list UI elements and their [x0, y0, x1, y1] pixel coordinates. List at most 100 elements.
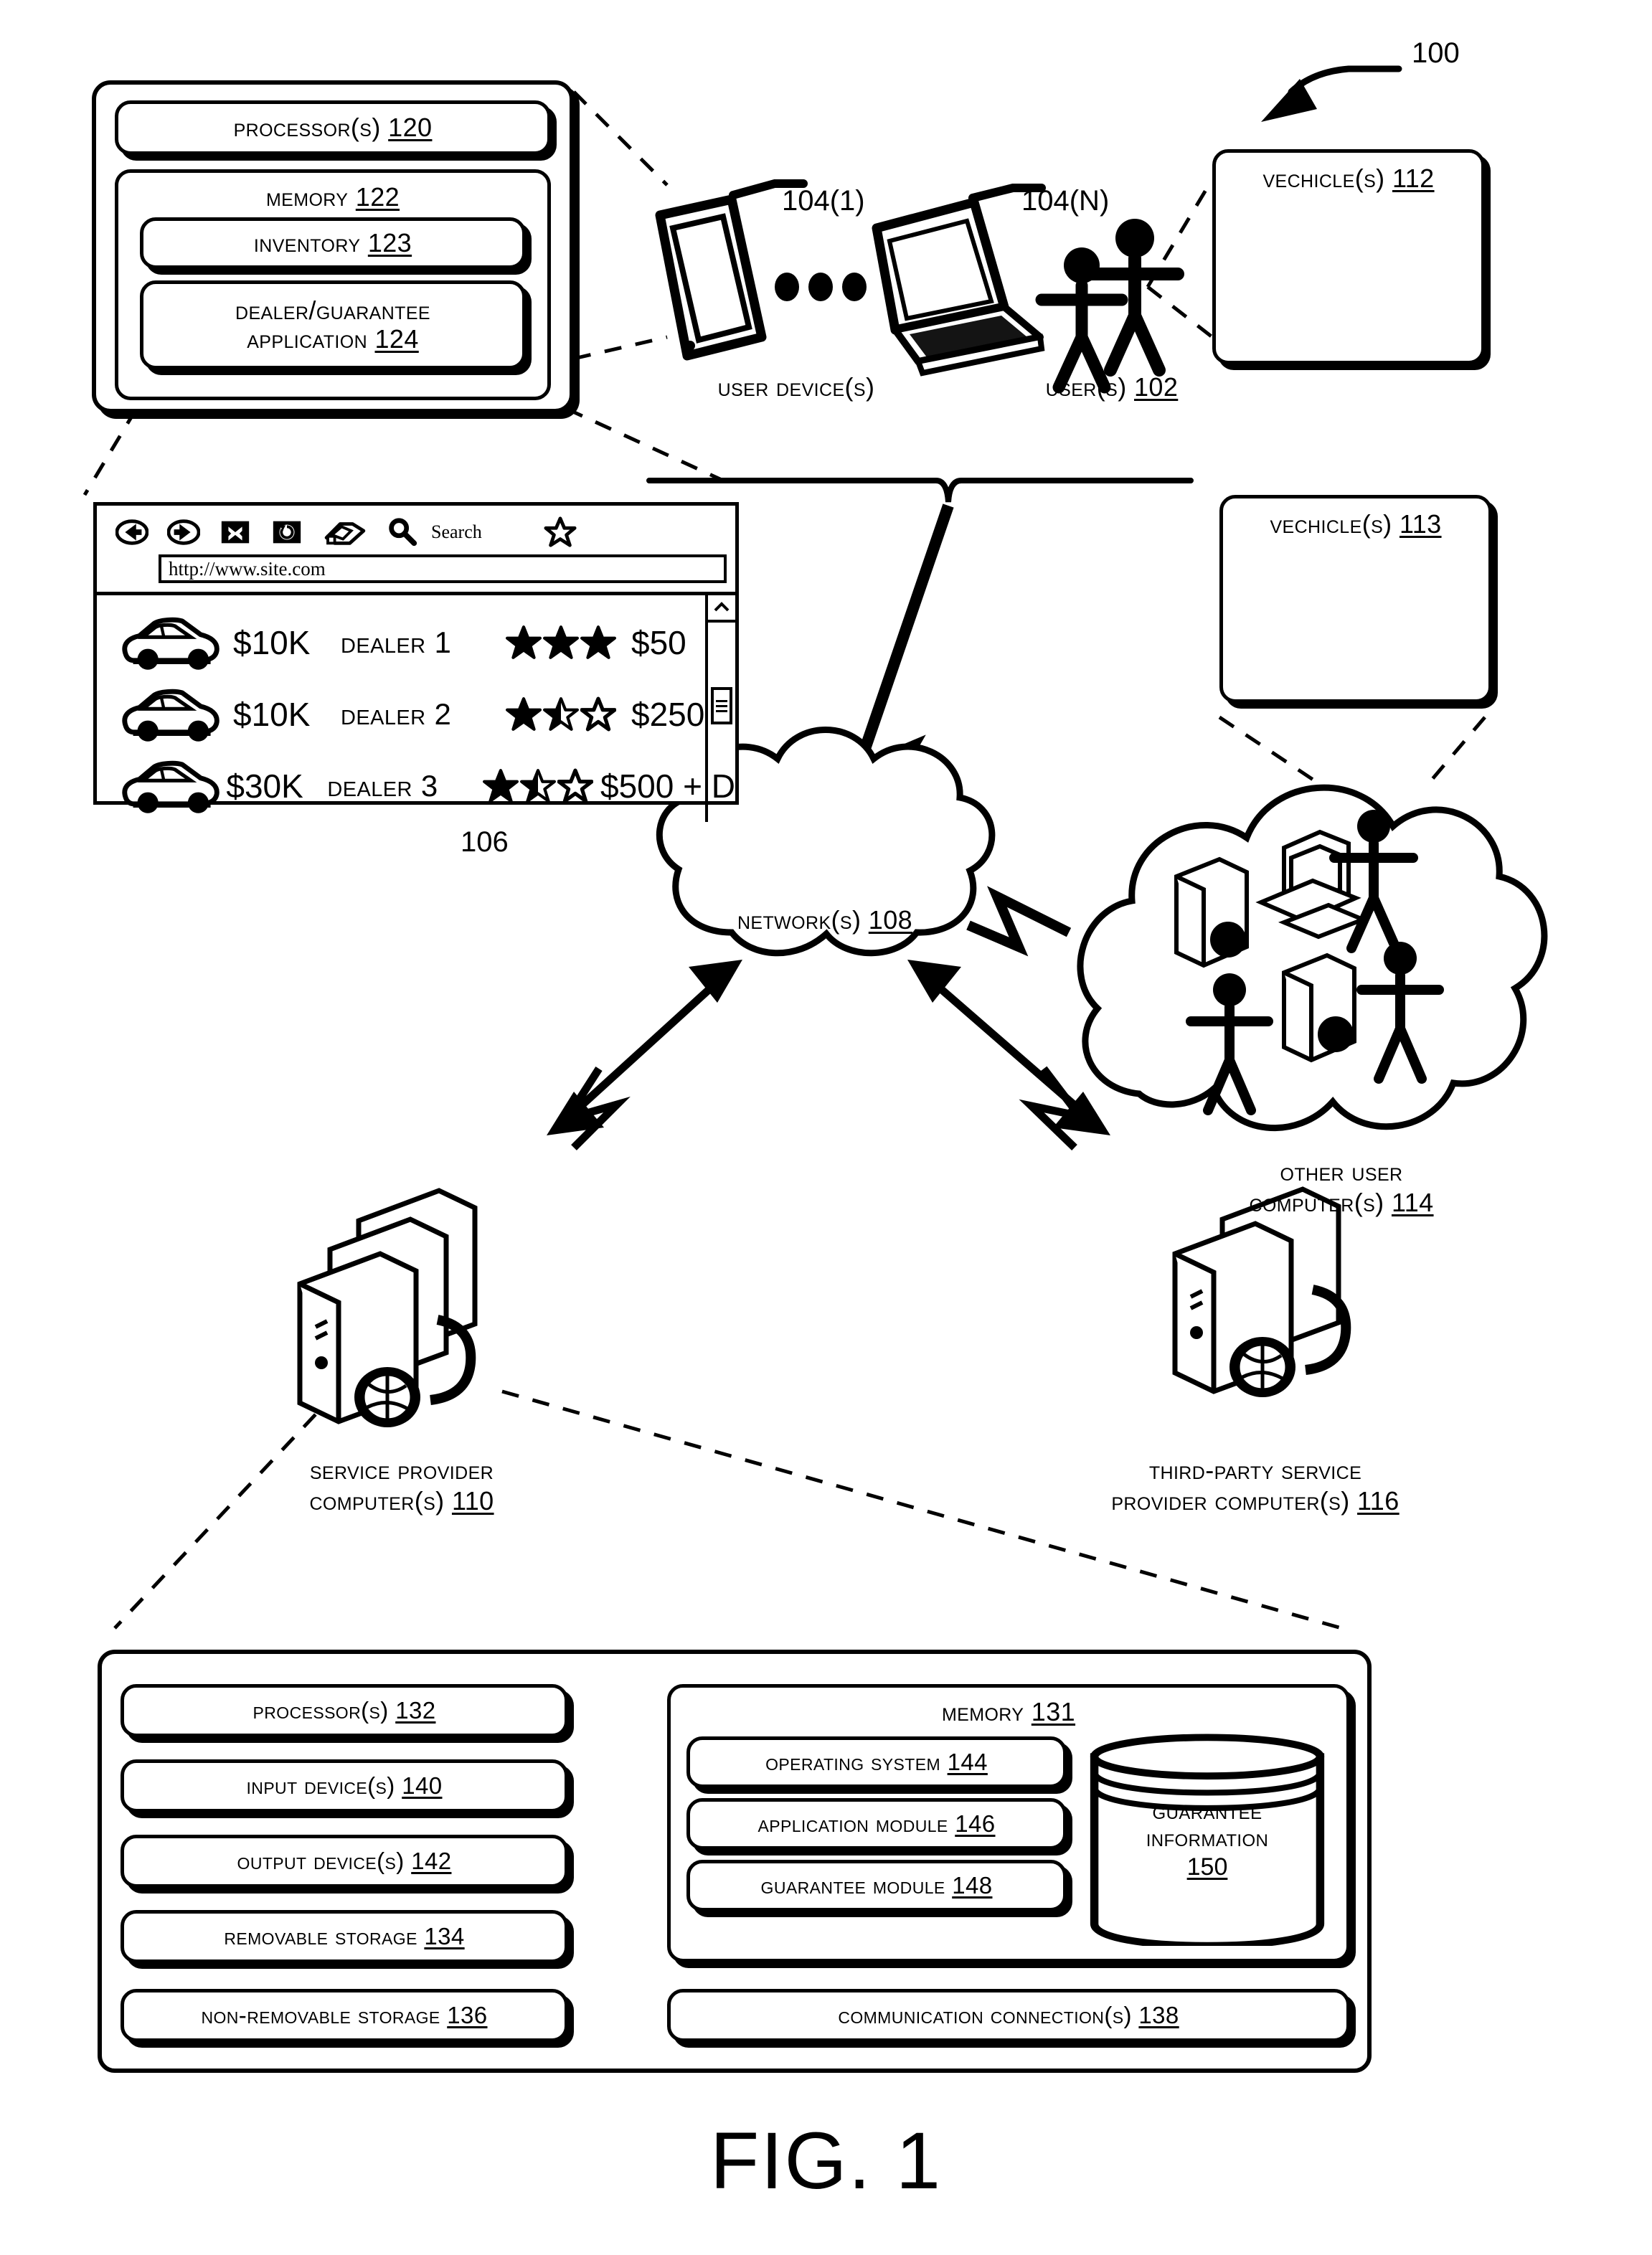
- system-ref-arrow: [1261, 65, 1402, 122]
- application-module-146-box: Application Module 146: [686, 1798, 1067, 1850]
- reference-numeral: 144: [947, 1748, 988, 1775]
- reference-numeral: 120: [388, 112, 433, 142]
- search-icon[interactable]: [385, 516, 418, 549]
- third-party-server-icon: [1172, 1186, 1351, 1397]
- third-party-caption: Third-Party Service Provider Computer(s)…: [1111, 1455, 1400, 1516]
- listing-price: $30K: [226, 767, 303, 805]
- person-icon-cloud-1: [1329, 810, 1418, 953]
- service-provider-server-icon: [297, 1188, 478, 1427]
- stop-icon[interactable]: [219, 516, 252, 549]
- reference-numeral: 142: [411, 1847, 452, 1874]
- vehicles-113-box: Vechicle(s) 113: [1219, 495, 1492, 703]
- reference-numeral: 122: [355, 182, 400, 212]
- reference-numeral: 112: [1392, 164, 1435, 193]
- memory-122-box: Memory 122 Inventory 123 Dealer/Guarante…: [115, 169, 551, 400]
- browser-scrollbar[interactable]: [705, 595, 735, 822]
- star-filled-icon: [580, 625, 616, 659]
- dealer-app-line2: Application 124: [247, 324, 419, 354]
- reference-numeral: 131: [1031, 1697, 1076, 1726]
- wireless-bolt-network-othercloud: [966, 886, 1072, 957]
- home-icon[interactable]: [322, 516, 367, 549]
- table-row[interactable]: $30K Dealer 3 $500 + D: [97, 750, 735, 822]
- listing-rating: [506, 696, 631, 732]
- chevron-up-icon: [714, 602, 730, 612]
- memory-131-box: Memory 131 Operating System 144 Applicat…: [667, 1684, 1350, 1962]
- table-row[interactable]: $10K Dealer 1 $50: [97, 607, 735, 679]
- system-ref-label: 100: [1412, 37, 1460, 69]
- reload-icon[interactable]: [270, 516, 303, 549]
- laptop-ref-label: 104(N): [1021, 185, 1110, 217]
- car-icon: [122, 760, 220, 813]
- output-device-142-box: Output Device(s) 142: [121, 1835, 568, 1888]
- server-tower-icon-cloud-b: [1282, 952, 1356, 1063]
- laptop-device-icon: [872, 184, 1046, 377]
- car-icon: [122, 689, 220, 742]
- listing-dealer: Dealer 3: [327, 769, 438, 803]
- address-bar[interactable]: http://www.site.com: [159, 554, 727, 583]
- processor-120-label: Processor(s) 120: [233, 112, 433, 142]
- reference-numeral: 146: [955, 1810, 996, 1837]
- person-icon-cloud-2: [1186, 973, 1273, 1115]
- browser-window[interactable]: Search http://www.site.com $10K dealer 1…: [93, 502, 739, 822]
- listing-price: $10K: [233, 696, 311, 733]
- processor-132-box: Processor(s) 132: [121, 1684, 568, 1737]
- star-filled-icon: [506, 625, 542, 659]
- reference-numeral: 123: [367, 228, 412, 258]
- listing-rating: [482, 768, 600, 804]
- listing-dealer: Dealer 1: [341, 625, 452, 660]
- guarantee-info-ref: 150: [1186, 1853, 1228, 1881]
- reference-numeral: 140: [402, 1772, 443, 1799]
- star-empty-icon: [580, 696, 616, 732]
- url-text: http://www.site.com: [169, 557, 326, 580]
- favorites-star-icon[interactable]: [544, 516, 577, 549]
- network-label: Network(s) 108: [737, 905, 913, 935]
- browser-chrome: Search http://www.site.com: [97, 506, 735, 595]
- reference-numeral: 134: [424, 1922, 465, 1949]
- wireless-bolt-users-network: [801, 504, 954, 935]
- table-row[interactable]: $10K Dealer 2 $250: [97, 679, 735, 750]
- vehicles-112-box: Vechicle(s) 112: [1212, 149, 1485, 364]
- person-icon-cloud-3: [1356, 942, 1444, 1084]
- removable-storage-134-box: Removable Storage 134: [121, 1910, 568, 1963]
- inventory-123-box: Inventory 123: [140, 217, 526, 270]
- scroll-up-button[interactable]: [708, 595, 735, 623]
- memory-131-label: Memory 131: [941, 1697, 1076, 1726]
- forward-icon[interactable]: [167, 516, 200, 549]
- operating-system-144-box: Operating System 144: [686, 1736, 1067, 1789]
- inventory-123-label: Inventory 123: [253, 228, 412, 258]
- reference-numeral: 110: [451, 1486, 494, 1516]
- vehicle-thumbnail: [118, 758, 226, 814]
- listing-rating: [506, 625, 631, 661]
- other-users-caption: Other User Computer(s) 114: [1249, 1157, 1434, 1218]
- address-bar-row: http://www.site.com: [105, 552, 727, 583]
- listing-fee: $250: [631, 696, 705, 733]
- star-half-icon: [519, 769, 556, 803]
- vehicles-112-label: Vechicle(s) 112: [1262, 164, 1435, 193]
- search-label: Search: [431, 521, 482, 542]
- star-filled-icon: [482, 769, 519, 803]
- star-half-icon: [543, 697, 579, 731]
- server-tower-icon-cloud-a: [1174, 856, 1249, 968]
- car-icon: [122, 617, 220, 670]
- guarantee-module-148-box: Guarantee Module 148: [686, 1860, 1067, 1912]
- reference-numeral: 138: [1138, 2001, 1179, 2028]
- memory-122-label: Memory 122: [265, 182, 400, 212]
- back-icon[interactable]: [115, 516, 148, 549]
- browser-toolbar: Search: [105, 513, 727, 552]
- service-provider-caption: Service Provider Computer(s) 110: [309, 1455, 494, 1516]
- star-filled-icon: [506, 697, 542, 731]
- patent-figure-page: 100 Processor(s) 120 Memory 122 Inventor…: [0, 0, 1652, 2255]
- figure-caption: FIG. 1: [709, 2116, 943, 2206]
- user-devices-caption: User Device(s): [717, 372, 875, 402]
- vehicles-113-label: Vechicle(s) 113: [1270, 509, 1442, 539]
- reference-numeral: 102: [1134, 372, 1179, 402]
- user-group-brace: [646, 477, 1194, 503]
- device-ellipsis-dots: [775, 273, 867, 301]
- user-person-icon-small: [1035, 247, 1128, 394]
- communication-connections-138-box: Communication Connection(s) 138: [667, 1989, 1350, 2042]
- desktop-computer-icon: [1255, 829, 1369, 940]
- scroll-thumb[interactable]: [711, 687, 732, 724]
- reference-numeral: 148: [952, 1871, 993, 1899]
- reference-numeral: 113: [1399, 509, 1442, 539]
- dealer-app-line1: Dealer/Guarantee: [235, 296, 431, 325]
